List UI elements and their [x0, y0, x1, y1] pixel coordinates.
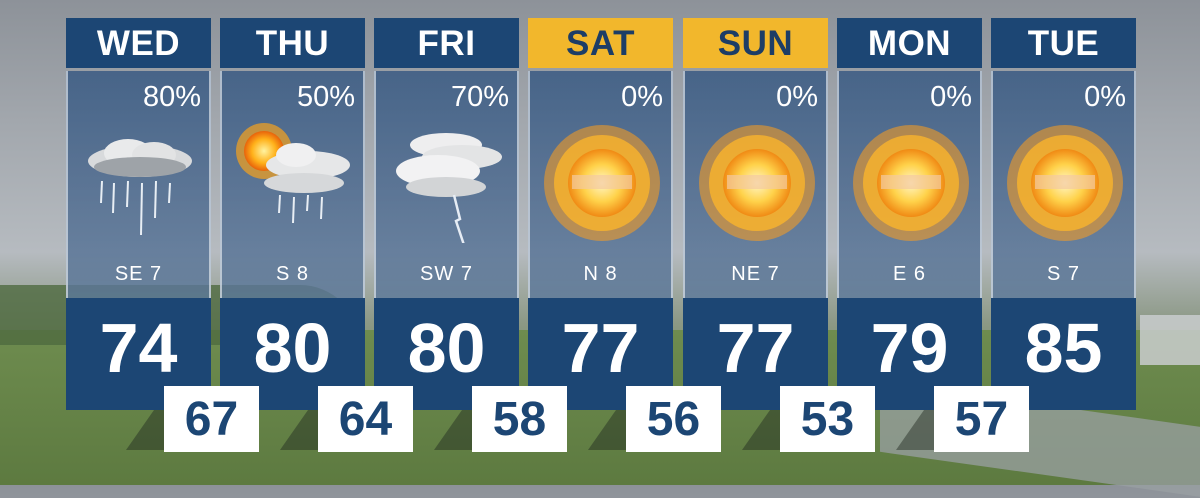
forecast-day-thu: THU 50% S 8 80 [220, 18, 365, 410]
sun-icon [544, 125, 660, 241]
rain-cloud-icon [88, 139, 192, 236]
wind-info: SW 7 [420, 263, 473, 285]
sun-icon [699, 125, 815, 241]
day-label: TUE [991, 18, 1136, 68]
conditions-panel: 0% E 6 [837, 71, 982, 298]
conditions-panel: 0% S 7 [991, 71, 1136, 298]
precip-chance: 0% [776, 81, 818, 113]
forecast-day-sat: SAT 0% N 8 77 [528, 18, 673, 410]
low-temp: 58 [472, 386, 567, 452]
day-label: FRI [374, 18, 519, 68]
day-label: SAT [528, 18, 673, 68]
background-building [1140, 315, 1200, 365]
low-temp: 57 [934, 386, 1029, 452]
sun-icon [853, 125, 969, 241]
low-temp: 64 [318, 386, 413, 452]
low-temp: 53 [780, 386, 875, 452]
precip-chance: 0% [930, 81, 972, 113]
conditions-panel: 80% SE 7 [66, 71, 211, 298]
forecast-day-mon: MON 0% E 6 79 [837, 18, 982, 410]
conditions-panel: 70% SW 7 [374, 71, 519, 298]
precip-chance: 0% [1084, 81, 1126, 113]
conditions-panel: 50% S 8 [220, 71, 365, 298]
day-label: WED [66, 18, 211, 68]
day-label: SUN [683, 18, 828, 68]
forecast-day-tue: TUE 0% S 7 85 [991, 18, 1136, 410]
low-temp: 56 [626, 386, 721, 452]
wind-info: S 7 [1046, 263, 1081, 285]
day-label: THU [220, 18, 365, 68]
wind-info: NE 7 [731, 263, 780, 285]
precip-chance: 80% [142, 81, 201, 113]
day-label: MON [837, 18, 982, 68]
conditions-panel: 0% N 8 [528, 71, 673, 298]
wind-info: E 6 [892, 263, 927, 285]
forecast-day-wed: WED 80% SE 7 74 [66, 18, 211, 410]
precip-chance: 50% [296, 81, 355, 113]
low-temp: 67 [164, 386, 259, 452]
precip-chance: 0% [621, 81, 663, 113]
thunderstorm-icon [396, 133, 502, 243]
forecast-day-sun: SUN 0% NE 7 77 [683, 18, 828, 410]
sun-cloud-rain-icon [236, 123, 350, 224]
sun-icon [1007, 125, 1123, 241]
wind-info: SE 7 [114, 263, 163, 285]
wind-info: S 8 [275, 263, 310, 285]
conditions-panel: 0% NE 7 [683, 71, 828, 298]
wind-info: N 8 [583, 263, 618, 285]
precip-chance: 70% [450, 81, 509, 113]
forecast-day-fri: FRI 70% SW 7 80 [374, 18, 519, 410]
